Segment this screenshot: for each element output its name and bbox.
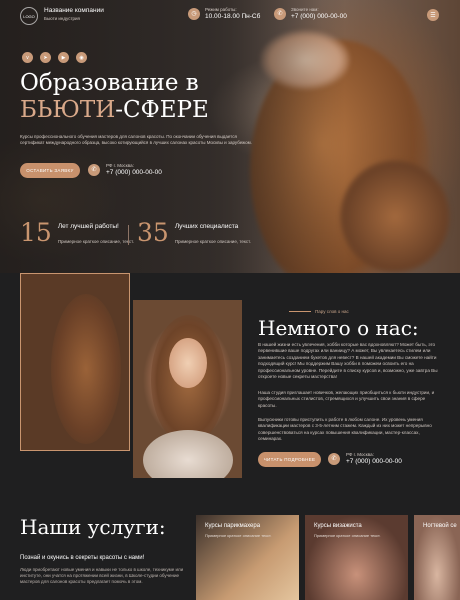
read-more-label: ЧИТАТЬ ПОДРОБНЕЕ [263,457,316,462]
youtube-icon[interactable]: ▶ [58,52,69,63]
about-phone-city: РФ г. Москва: [346,452,374,457]
service-card-title: Курсы парикмахера [205,523,261,529]
about-title: Немного о нас: [258,316,419,340]
vk-icon[interactable]: v [22,52,33,63]
company-block: Название компании Бьюти индустрия [44,7,104,21]
kicker-line [289,311,311,312]
photo-sweater-shape [143,430,233,478]
service-card-title: Курсы визажиста [314,523,362,529]
hero-phone-city: РФ г. Москва: [106,163,134,168]
service-card-hairdresser[interactable]: Курсы парикмахера Примерное краткое опис… [196,515,299,600]
phone-icon: ✆ [274,7,286,20]
hero-title-line2: БЬЮТИ-СФЕРЕ [20,97,209,123]
photo-hair-shape [51,294,121,444]
hero-section: LOGO Название компании Бьюти индустрия ◷… [0,0,460,273]
logo-text: LOGO [23,13,35,19]
photo-face-shape [169,338,207,388]
services-title: Наши услуги: [20,515,166,539]
contact-value[interactable]: +7 (000) 000-00-00 [291,13,347,20]
telegram-icon[interactable]: ➤ [40,52,51,63]
hero-title-accent: БЬЮТИ [20,97,116,123]
about-paragraph-3: Выпускники готовы приступить к работе в … [258,417,432,442]
stat-specialists: 35 Лучших специалиста Примерное краткое … [137,218,251,247]
whatsapp-icon[interactable]: ◉ [76,52,87,63]
clock-icon: ◷ [188,7,200,20]
working-hours: ◷ Режим работы: 10.00-18.00 Пн-Сб [188,7,260,20]
leave-request-label: ОСТАВИТЬ ЗАЯВКУ [26,168,74,173]
menu-icon[interactable]: ☰ [427,9,439,21]
service-card-desc: Примерное краткое описание текст. [205,533,272,538]
hero-title-line1: Образование в [20,70,199,96]
header-phone[interactable]: ✆ Звоните нам: +7 (000) 000-00-00 [274,7,347,20]
about-phone-number[interactable]: +7 (000) 000-00-00 [346,458,402,465]
service-card-nails[interactable]: Ногтевой се [414,515,460,600]
stat-desc: Примерное краткое описание, текст. [174,239,251,244]
service-card-desc: Примерное краткое описание текст. [314,533,381,538]
hero-description: Курсы профессионального обучения мастеро… [20,134,253,146]
company-name: Название компании [44,7,104,14]
stat-number: 15 [20,218,52,247]
about-photo-back-hair [20,273,130,451]
service-card-title: Ногтевой се [423,523,457,529]
services-description: Люди приобретают новые умения и навыки н… [20,567,184,585]
stat-desc: Примерное краткое описание, текст. [57,239,134,244]
phone-icon: ✆ [88,163,100,176]
service-card-makeup[interactable]: Курсы визажиста Примерное краткое описан… [305,515,408,600]
about-paragraph-2: Наша студия приглашает новичков, желающи… [258,390,435,408]
leave-request-button[interactable]: ОСТАВИТЬ ЗАЯВКУ [20,163,80,178]
hero-title-rest: -СФЕРЕ [115,97,209,123]
stat-years: 15 Лет лучшей работы! Примерное краткое … [20,218,134,247]
contact-label: Звоните нам: [291,7,319,12]
read-more-button[interactable]: ЧИТАТЬ ПОДРОБНЕЕ [258,452,321,467]
about-photo-smiling-woman [133,300,242,478]
company-subtitle: Бьюти индустрия [44,16,80,21]
hours-label: Режим работы: [205,7,237,12]
about-phone[interactable]: ✆ РФ г. Москва: +7 (000) 000-00-00 [328,452,402,465]
phone-icon: ✆ [328,452,340,465]
stat-divider [128,225,129,245]
logo[interactable]: LOGO [20,7,38,25]
stat-title: Лучших специалиста [174,223,239,230]
stat-title: Лет лучшей работы! [57,223,119,230]
stat-number: 35 [137,218,169,247]
about-paragraph-1: В нашей жизни есть увлечения, хобби кото… [258,342,438,380]
hero-phone[interactable]: ✆ РФ г. Москва: +7 (000) 000-00-00 [88,163,162,176]
about-kicker: Пару слов о нас [289,309,349,314]
hours-value: 10.00-18.00 Пн-Сб [205,13,261,20]
about-kicker-text: Пару слов о нас [315,309,349,314]
services-subtitle: Познай и окунись в секреты красоты с нам… [20,555,145,561]
hero-phone-number[interactable]: +7 (000) 000-00-00 [106,169,162,176]
